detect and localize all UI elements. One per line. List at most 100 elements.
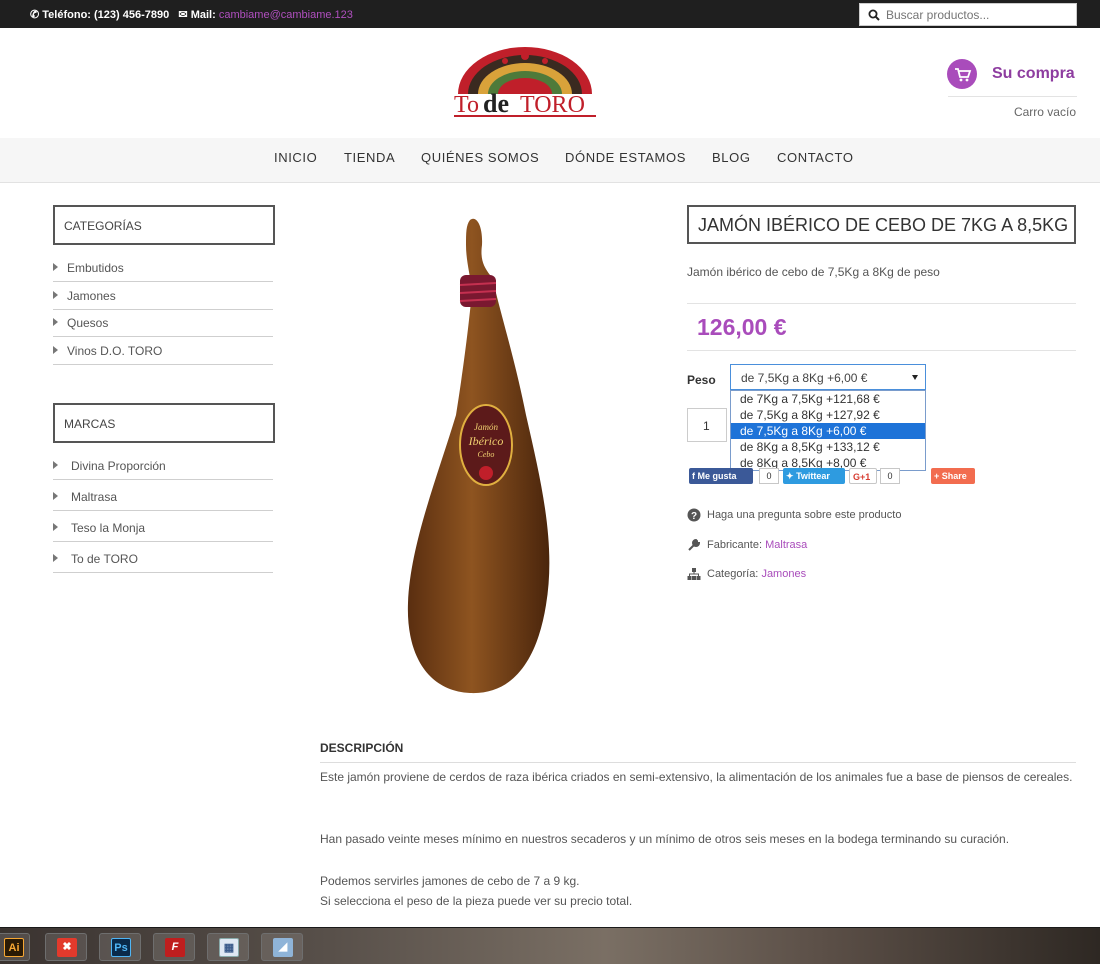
divider (687, 303, 1076, 304)
divider (687, 350, 1076, 351)
sidebar-item-label: Vinos D.O. TORO (67, 344, 163, 358)
twitter-button[interactable]: ✦ Twittear (783, 468, 845, 484)
peso-option[interactable]: de 7,5Kg a 8Kg +127,92 € (731, 407, 925, 423)
peso-label: Peso (687, 373, 716, 387)
svg-text:Cebo: Cebo (478, 450, 495, 459)
facebook-icon: f (692, 471, 695, 481)
mail-label: Mail: (190, 9, 216, 21)
taskbar-app[interactable]: ◢ (261, 933, 303, 961)
product-price: 126,00 € (697, 314, 787, 340)
product-short-description: Jamón ibérico de cebo de 7,5Kg a 8Kg de … (687, 265, 940, 279)
product-title: JAMÓN IBÉRICO DE CEBO DE 7KG A 8,5KG (687, 205, 1076, 244)
product-image[interactable]: Jamón Ibérico Cebo (320, 205, 660, 700)
nav-inicio[interactable]: INICIO (274, 150, 317, 165)
cart-icon[interactable] (947, 59, 977, 89)
mail-icon: ✉ (178, 9, 188, 21)
sidebar-item-to-de-toro[interactable]: To de TORO (53, 543, 273, 573)
nav-donde-estamos[interactable]: DÓNDE ESTAMOS (565, 150, 686, 165)
nav-tienda[interactable]: TIENDA (344, 150, 395, 165)
window-icon: ◢ (273, 938, 293, 957)
logo-text-to: To (454, 92, 479, 118)
photoshop-icon: Ps (111, 938, 131, 957)
sidebar-item-teso-la-monja[interactable]: Teso la Monja (53, 512, 273, 542)
site-logo[interactable]: To de TORO (450, 44, 600, 122)
peso-dropdown: de 7Kg a 7,5Kg +121,68 € de 7,5Kg a 8Kg … (730, 390, 926, 471)
description-paragraph: Podemos servirles jamones de cebo de 7 a… (320, 874, 580, 888)
cart-title[interactable]: Su compra (992, 65, 1075, 83)
calculator-icon: ▦ (219, 938, 239, 957)
sidebar-item-divina-proporcion[interactable]: Divina Proporción (53, 450, 273, 480)
nav-contacto[interactable]: CONTACTO (777, 150, 854, 165)
os-taskbar: Ai ✖ Ps F ▦ ◢ (0, 927, 1100, 964)
twitter-label: Twittear (796, 471, 830, 481)
peso-selected-value: de 7,5Kg a 8Kg +6,00 € (741, 371, 868, 385)
sidebar-item-maltrasa[interactable]: Maltrasa (53, 481, 273, 511)
svg-text:Ibérico: Ibérico (468, 434, 504, 448)
sidebar-item-label: Maltrasa (71, 490, 118, 504)
share-button[interactable]: + Share (931, 468, 975, 484)
svg-text:?: ? (691, 511, 697, 522)
arrow-right-icon (53, 263, 58, 271)
peso-select[interactable]: de 7,5Kg a 8Kg +6,00 € (730, 364, 926, 390)
sidebar-item-vinos[interactable]: Vinos D.O. TORO (53, 337, 273, 365)
illustrator-icon: Ai (4, 938, 24, 957)
arrow-right-icon (53, 523, 58, 531)
search-icon[interactable] (868, 9, 880, 21)
description-paragraph: Este jamón proviene de cerdos de raza ib… (320, 770, 1073, 784)
sidebar-item-quesos[interactable]: Quesos (53, 309, 273, 337)
sidebar-item-embutidos[interactable]: Embutidos (53, 254, 273, 282)
arrow-right-icon (53, 291, 58, 299)
main-nav: INICIO TIENDA QUIÉNES SOMOS DÓNDE ESTAMO… (0, 138, 1100, 183)
quantity-input[interactable]: 1 (687, 408, 727, 442)
facebook-like-button[interactable]: f Me gusta (689, 468, 753, 484)
phone-text: Teléfono: (123) 456-7890 (42, 9, 170, 21)
taskbar-photoshop[interactable]: Ps (99, 933, 141, 961)
share-label: Share (941, 471, 967, 481)
arrow-right-icon (53, 492, 58, 500)
facebook-like-label: Me gusta (697, 471, 737, 481)
mail-link[interactable]: cambiame@cambiame.123 (219, 9, 353, 21)
google-plus-button[interactable]: G+1 (849, 468, 877, 484)
sidebar-item-label: Divina Proporción (71, 459, 166, 473)
sidebar-item-jamones[interactable]: Jamones (53, 282, 273, 310)
sidebar-item-label: To de TORO (71, 552, 138, 566)
filezilla-icon: F (165, 938, 185, 957)
nav-blog[interactable]: BLOG (712, 150, 751, 165)
chevron-down-icon (912, 375, 918, 380)
taskbar-xmind[interactable]: ✖ (45, 933, 87, 961)
cart-status: Carro vacío (1013, 105, 1076, 119)
sitemap-icon (687, 568, 701, 580)
arrow-right-icon (53, 461, 58, 469)
twitter-icon: ✦ (786, 471, 794, 481)
search-input[interactable] (886, 5, 1072, 24)
taskbar-filezilla[interactable]: F (153, 933, 195, 961)
top-bar: ✆ Teléfono: (123) 456-7890 ✉ Mail: cambi… (0, 0, 1100, 28)
nav-quienes-somos[interactable]: QUIÉNES SOMOS (421, 150, 539, 165)
peso-option[interactable]: de 8Kg a 8,5Kg +133,12 € (731, 439, 925, 455)
manufacturer-link[interactable]: Maltrasa (765, 539, 807, 551)
divider (320, 762, 1076, 763)
sidebar-item-label: Teso la Monja (71, 521, 146, 535)
taskbar-calculator[interactable]: ▦ (207, 933, 249, 961)
peso-option[interactable]: de 7Kg a 7,5Kg +121,68 € (731, 391, 925, 407)
xmind-icon: ✖ (57, 938, 77, 957)
category-label: Categoría: (707, 568, 759, 580)
question-circle-icon: ? (687, 508, 701, 522)
category-link[interactable]: Jamones (761, 568, 806, 580)
sidebar-item-label: Jamones (67, 289, 116, 303)
search-box[interactable] (859, 3, 1077, 26)
description-heading: DESCRIPCIÓN (320, 741, 404, 755)
facebook-like-count: 0 (759, 468, 779, 484)
logo-text-de: de (483, 89, 509, 118)
description-paragraph: Han pasado veinte meses mínimo en nuestr… (320, 832, 1010, 846)
arrow-right-icon (53, 318, 58, 326)
cart-divider (948, 96, 1077, 97)
contact-info: ✆ Teléfono: (123) 456-7890 ✉ Mail: cambi… (30, 8, 353, 21)
taskbar-illustrator[interactable]: Ai (0, 933, 30, 961)
peso-option-selected[interactable]: de 7,5Kg a 8Kg +6,00 € (731, 423, 925, 439)
logo-text-toro: TORO (520, 92, 585, 118)
google-plus-count: 0 (880, 468, 900, 484)
wrench-icon (688, 538, 701, 551)
plus-icon: + (934, 471, 940, 481)
arrow-right-icon (53, 554, 58, 562)
